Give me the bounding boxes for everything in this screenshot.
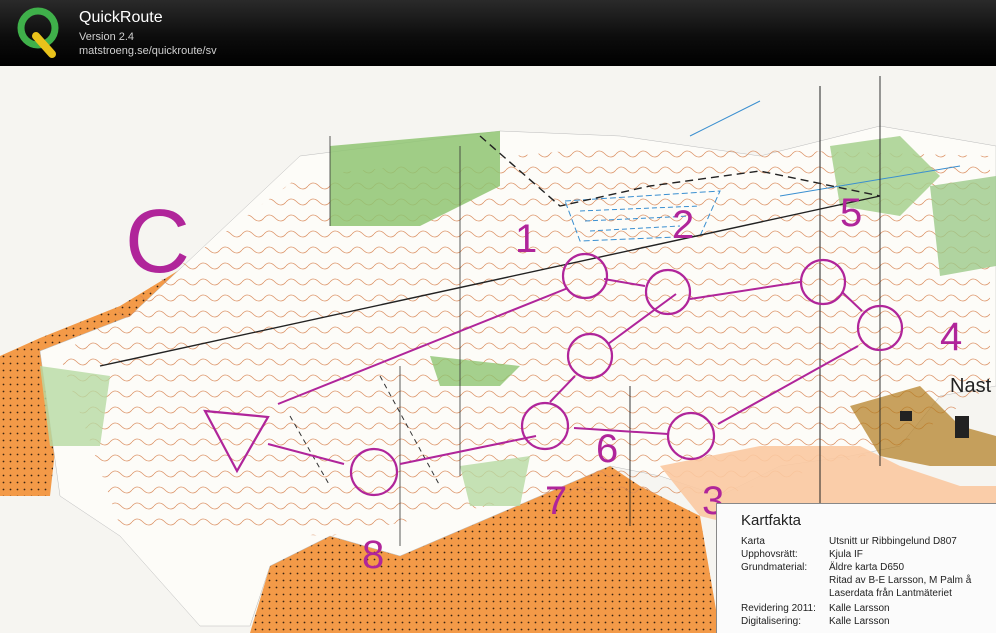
kartfakta-value: Kalle Larsson	[829, 616, 890, 627]
kartfakta-title: Kartfakta	[741, 512, 802, 529]
control-number-4: 4	[940, 315, 962, 359]
kartfakta-label: Revidering 2011:	[741, 603, 816, 614]
control-number-5: 5	[840, 191, 862, 235]
kartfakta-box: Kartfakta Karta Utsnitt ur Ribbingelund …	[716, 503, 996, 633]
title-bar: QuickRoute Version 2.4 matstroeng.se/qui…	[0, 0, 996, 66]
control-number-1: 1	[515, 217, 537, 261]
kartfakta-value: Kjula IF	[829, 549, 863, 560]
kartfakta-value: Ritad av B-E Larsson, M Palm å	[829, 575, 972, 586]
control-number-2: 2	[672, 203, 694, 247]
kartfakta-label: Upphovsrätt:	[741, 549, 798, 560]
kartfakta-value: Äldre karta D650	[829, 562, 905, 573]
orienteering-map[interactable]: C 1 2 3 4 5 6 7 8 Nast Kartfakta Karta U…	[0, 66, 996, 633]
control-number-8: 8	[362, 533, 384, 577]
kartfakta-label: Digitalisering:	[741, 616, 802, 627]
kartfakta-value: Utsnitt ur Ribbingelund D807	[829, 536, 957, 547]
course-letter: C	[125, 192, 190, 292]
quickroute-logo-icon	[17, 7, 59, 58]
kartfakta-value: Laserdata från Lantmäteriet	[829, 588, 952, 599]
control-number-7: 7	[545, 479, 567, 523]
app-version: Version 2.4	[79, 31, 135, 43]
place-label: Nast	[950, 375, 992, 397]
kartfakta-value: Kalle Larsson	[829, 603, 890, 614]
app-url[interactable]: matstroeng.se/quickroute/sv	[79, 45, 217, 57]
control-number-6: 6	[596, 427, 618, 471]
kartfakta-label: Grundmaterial:	[741, 562, 808, 573]
app-title: QuickRoute	[79, 9, 163, 26]
kartfakta-label: Karta	[741, 536, 765, 547]
